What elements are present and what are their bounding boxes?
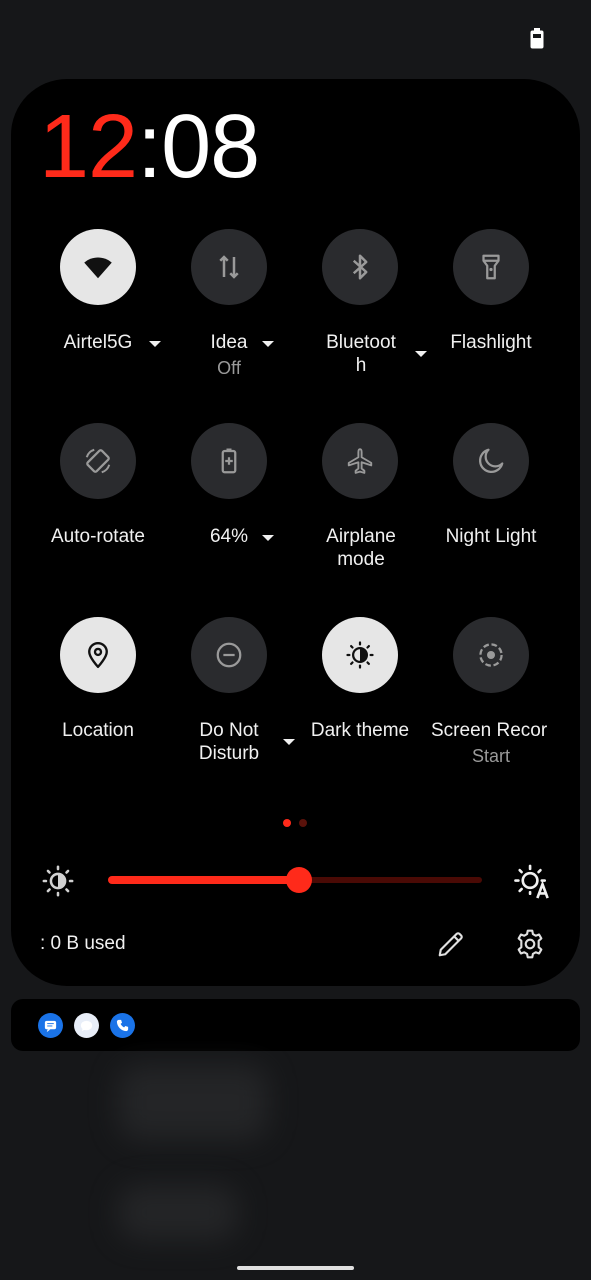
tile-mobile-data-button[interactable]	[191, 229, 267, 305]
tile-mobile-data-status: Off	[217, 358, 241, 378]
clock-minutes: :08	[137, 97, 260, 197]
wifi-icon	[84, 257, 112, 279]
auto-rotate-icon	[85, 448, 111, 474]
brightness-track-filled[interactable]	[108, 876, 300, 884]
tile-wifi-button[interactable]	[60, 229, 136, 305]
mobile-data-icon	[219, 255, 239, 279]
tile-do-not-disturb-label: Do Not Disturb	[198, 720, 260, 764]
brightness-slider-thumb[interactable]	[286, 867, 312, 893]
tile-location-button[interactable]	[60, 617, 136, 693]
tile-bluetooth-label: Bluetooth	[326, 332, 396, 376]
tile-dark-theme-label: Dark theme	[310, 720, 410, 741]
phone-icon[interactable]	[110, 1013, 135, 1038]
tile-screen-record-label: Screen Recor	[431, 720, 548, 741]
tile-dark-theme-button[interactable]	[322, 617, 398, 693]
brightness-track[interactable]	[296, 877, 482, 883]
clock-hour: 12	[39, 97, 138, 197]
quick-settings-panel: 12:08 Airtel5G Idea Off Bluetooth Flashl…	[11, 79, 580, 986]
tile-night-light-label: Night Light	[445, 526, 537, 547]
tile-mobile-data-label: Idea	[210, 332, 248, 353]
battery-dropdown-icon[interactable]	[262, 535, 274, 541]
dark-theme-icon	[346, 641, 374, 669]
mobile-data-dropdown-icon[interactable]	[262, 341, 274, 347]
edit-icon[interactable]	[436, 929, 466, 959]
tile-bluetooth-button[interactable]	[322, 229, 398, 305]
screen-record-icon	[479, 643, 503, 667]
tile-wifi-label: Airtel5G	[63, 332, 133, 353]
flashlight-icon	[482, 254, 500, 280]
tile-flashlight-button[interactable]	[453, 229, 529, 305]
do-not-disturb-dropdown-icon[interactable]	[283, 739, 295, 745]
brightness-auto-icon[interactable]	[514, 864, 552, 900]
blurred-notification	[118, 1185, 238, 1240]
clock[interactable]: 12:08	[39, 97, 260, 197]
wifi-dropdown-icon[interactable]	[149, 341, 161, 347]
tile-screen-record-button[interactable]	[453, 617, 529, 693]
tile-night-light-button[interactable]	[453, 423, 529, 499]
location-icon	[88, 641, 108, 669]
do-not-disturb-icon	[216, 642, 242, 668]
page-dot-2[interactable]	[299, 819, 307, 827]
bluetooth-icon	[352, 254, 368, 280]
tile-do-not-disturb-button[interactable]	[191, 617, 267, 693]
chat-icon[interactable]	[74, 1013, 99, 1038]
battery-saver-icon	[221, 448, 237, 474]
night-light-icon	[479, 448, 504, 473]
brightness-low-icon	[42, 865, 74, 897]
tile-flashlight-label: Flashlight	[450, 332, 532, 353]
tile-auto-rotate-button[interactable]	[60, 423, 136, 499]
home-indicator[interactable]	[237, 1266, 354, 1270]
tile-airplane-button[interactable]	[322, 423, 398, 499]
messages-icon[interactable]	[38, 1013, 63, 1038]
data-usage-text[interactable]: : 0 B used	[40, 933, 126, 955]
settings-icon[interactable]	[514, 928, 546, 960]
tile-battery-saver-label: 64%	[209, 526, 249, 547]
notification-icons-bar[interactable]	[11, 999, 580, 1051]
tile-screen-record-status: Start	[471, 746, 510, 766]
tile-battery-saver-button[interactable]	[191, 423, 267, 499]
airplane-icon	[347, 448, 373, 474]
tile-airplane-label: Airplane mode	[326, 526, 396, 570]
tile-auto-rotate-label: Auto-rotate	[51, 526, 145, 547]
page-dot-1[interactable]	[283, 819, 291, 827]
blurred-notification	[118, 1065, 268, 1140]
battery-status-icon	[530, 28, 544, 49]
status-bar	[0, 0, 591, 78]
tile-location-label: Location	[62, 720, 134, 741]
